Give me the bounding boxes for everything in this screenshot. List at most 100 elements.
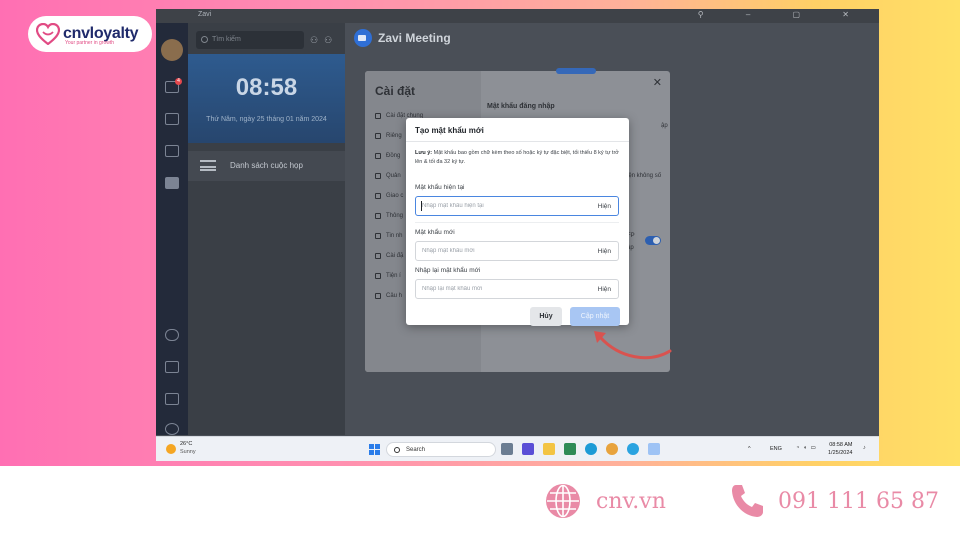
field-separator bbox=[415, 222, 619, 223]
screenshot-icon[interactable] bbox=[165, 361, 179, 373]
settings-item-notifications[interactable]: Thông bbox=[375, 213, 403, 219]
taskbar: 26°C Sunny Search ^ ENG ◔◖▭ 08:58 AM 1/2… bbox=[156, 436, 879, 461]
settings-item-calls[interactable]: Cài đặ bbox=[375, 253, 403, 259]
settings-item-sync[interactable]: Đồng bbox=[375, 153, 400, 159]
new-password-field[interactable]: Hiện bbox=[415, 241, 619, 261]
settings-item-privacy[interactable]: Riêng bbox=[375, 133, 402, 139]
store-icon[interactable] bbox=[564, 443, 576, 455]
brush-icon bbox=[375, 193, 381, 199]
language-indicator[interactable]: ENG bbox=[770, 446, 782, 452]
settings-item-messages[interactable]: Tin nh bbox=[375, 233, 402, 239]
settings-general-icon bbox=[375, 113, 381, 119]
main-header: Zavi Meeting bbox=[354, 29, 451, 47]
confirm-password-field[interactable]: Hiện bbox=[415, 279, 619, 299]
chrome-icon[interactable] bbox=[606, 443, 618, 455]
cancel-button[interactable]: Hủy bbox=[530, 307, 562, 326]
settings-item-faq[interactable]: Câu h bbox=[375, 293, 402, 299]
settings-section-title: Mật khẩu đăng nhập bbox=[487, 103, 555, 110]
clock-time: 08:58 bbox=[235, 74, 298, 101]
globe-icon bbox=[546, 484, 580, 518]
show-new-password-toggle[interactable]: Hiện bbox=[598, 248, 611, 255]
call-icon bbox=[375, 253, 381, 259]
window-controls[interactable]: ⚲ – ▢ ✕ bbox=[698, 10, 869, 19]
modal-note: Lưu ý: Mật khẩu bao gồm chữ kèm theo số … bbox=[415, 149, 620, 167]
manage-icon bbox=[375, 173, 381, 179]
update-button[interactable]: Cập nhật bbox=[570, 307, 620, 326]
heart-icon bbox=[36, 23, 60, 45]
confirm-password-label: Nhập lại mật khẩu mới bbox=[415, 267, 481, 274]
website-contact[interactable]: cnv.vn bbox=[544, 482, 666, 520]
confirm-password-input[interactable] bbox=[422, 280, 592, 298]
settings-top-button[interactable] bbox=[556, 68, 596, 74]
new-password-input[interactable] bbox=[422, 242, 592, 260]
question-icon bbox=[375, 293, 381, 299]
system-clock[interactable]: 08:58 AM 1/25/2024 bbox=[828, 441, 852, 457]
settings-title: Cài đặt bbox=[375, 84, 416, 98]
modal-divider bbox=[406, 141, 629, 142]
edge-icon[interactable] bbox=[585, 443, 597, 455]
zavi-app-icon[interactable] bbox=[648, 443, 660, 455]
windows-start-icon[interactable] bbox=[369, 444, 380, 455]
contacts-icon[interactable] bbox=[165, 113, 179, 125]
chat-app-icon[interactable] bbox=[522, 443, 534, 455]
search-input[interactable]: Tìm kiếm bbox=[196, 31, 304, 49]
tasks-icon[interactable] bbox=[165, 145, 179, 157]
gear-icon[interactable] bbox=[165, 423, 179, 435]
note-text: Mật khẩu bao gồm chữ kèm theo số hoặc ký… bbox=[415, 150, 619, 165]
show-confirm-password-toggle[interactable]: Hiện bbox=[598, 286, 611, 293]
clock-date: 1/25/2024 bbox=[828, 450, 853, 456]
add-contact-icon[interactable]: ⚇⚇ bbox=[310, 35, 338, 46]
lock-icon bbox=[375, 133, 381, 139]
file-explorer-icon[interactable] bbox=[543, 443, 555, 455]
briefcase-icon[interactable] bbox=[165, 393, 179, 405]
current-password-label: Mật khẩu hiện tại bbox=[415, 184, 465, 191]
note-label: Lưu ý: bbox=[415, 150, 433, 156]
settings-fragment: iện không số bbox=[627, 173, 662, 179]
weather-temperature: 26°C bbox=[180, 441, 193, 447]
bell-icon bbox=[375, 213, 381, 219]
settings-item-appearance[interactable]: Giao c bbox=[375, 193, 403, 199]
new-password-label: Mật khẩu mới bbox=[415, 229, 455, 236]
conversation-panel: Tìm kiếm ⚇⚇ 08:58 Thứ Năm, ngày 25 tháng… bbox=[188, 23, 345, 435]
settings-close-icon[interactable]: ✕ bbox=[653, 76, 662, 89]
notification-bell-icon[interactable]: ♪ bbox=[863, 445, 866, 451]
sun-icon bbox=[166, 444, 176, 454]
create-password-modal: Tạo mật khẩu mới Lưu ý: Mật khẩu bao gồm… bbox=[406, 118, 629, 326]
cloud-icon[interactable] bbox=[165, 329, 179, 341]
taskbar-search-label: Search bbox=[406, 447, 426, 453]
phone-text: 091 111 65 87 bbox=[778, 488, 939, 514]
taskbar-search[interactable]: Search bbox=[386, 442, 496, 457]
title-bar: Zavi ⚲ – ▢ ✕ bbox=[156, 9, 879, 23]
settings-item-utilities[interactable]: Tiện í bbox=[375, 273, 401, 279]
list-icon bbox=[200, 160, 216, 171]
meeting-list-label: Danh sách cuộc họp bbox=[230, 161, 303, 170]
modal-title: Tạo mật khẩu mới bbox=[415, 126, 484, 135]
current-password-field[interactable]: Hiện bbox=[415, 196, 619, 216]
wifi-volume-battery-icon[interactable]: ◔◖▭ bbox=[796, 445, 820, 451]
meeting-logo-icon bbox=[354, 29, 372, 47]
clock-card: 08:58 Thứ Năm, ngày 25 tháng 01 năm 2024 bbox=[188, 54, 345, 143]
avatar[interactable] bbox=[161, 39, 183, 61]
search-icon bbox=[394, 447, 400, 453]
website-text: cnv.vn bbox=[596, 488, 666, 514]
window-title: Zavi bbox=[198, 11, 212, 18]
settings-item-manage[interactable]: Quản bbox=[375, 173, 401, 179]
tray-chevron-icon[interactable]: ^ bbox=[748, 446, 751, 452]
main-title: Zavi Meeting bbox=[378, 31, 451, 45]
telegram-icon[interactable] bbox=[627, 443, 639, 455]
brand-tagline: Your partner in growth bbox=[65, 40, 115, 46]
current-password-input[interactable] bbox=[422, 197, 592, 215]
unread-badge: 4 bbox=[175, 78, 182, 85]
annotation-arrow bbox=[594, 331, 672, 360]
settings-toggle[interactable] bbox=[645, 236, 661, 245]
phone-contact[interactable]: 091 111 65 87 bbox=[728, 482, 939, 520]
clock-time: 08:58 AM bbox=[829, 442, 853, 448]
show-current-password-toggle[interactable]: Hiện bbox=[598, 203, 611, 210]
meeting-list-item[interactable]: Danh sách cuộc họp bbox=[188, 151, 345, 181]
clock-date: Thứ Năm, ngày 25 tháng 01 năm 2024 bbox=[206, 116, 327, 123]
meeting-icon[interactable] bbox=[165, 177, 179, 189]
search-icon bbox=[201, 36, 208, 43]
utility-icon bbox=[375, 273, 381, 279]
app-window: Zavi ⚲ – ▢ ✕ 4 Tìm kiếm ⚇⚇ 08:58 Thứ Năm… bbox=[156, 9, 879, 461]
taskview-icon[interactable] bbox=[501, 443, 513, 455]
